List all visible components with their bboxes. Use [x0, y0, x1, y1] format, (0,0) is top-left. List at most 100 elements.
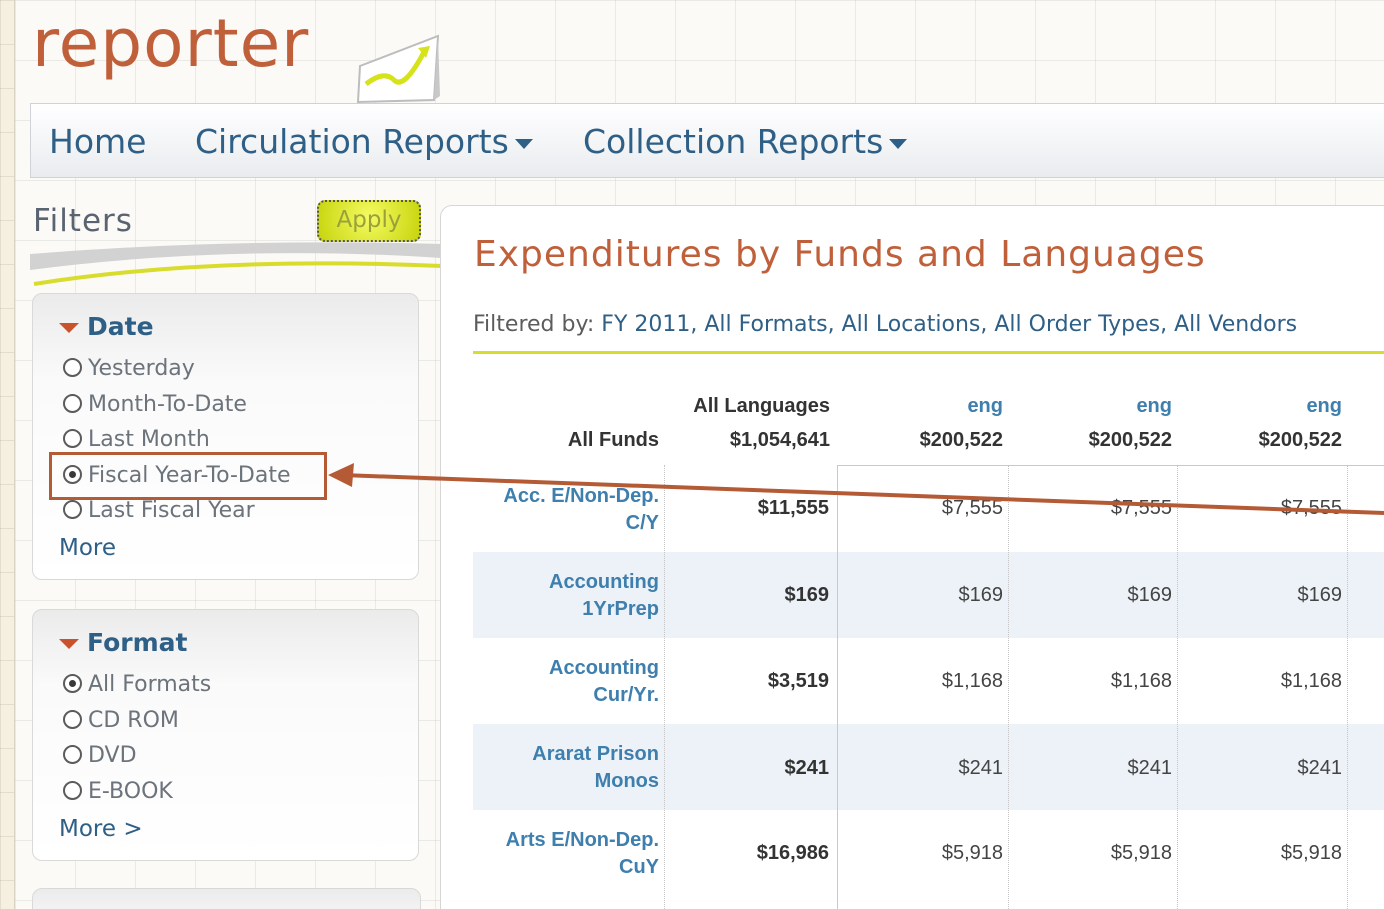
radio-icon — [63, 674, 82, 693]
option-label: Last Fiscal Year — [88, 498, 255, 523]
fund-name-line: Monos — [594, 770, 659, 792]
column-total: $1,054,641 — [729, 429, 830, 451]
cell-value: $5,918 — [941, 842, 1003, 864]
cell-total: $3,519 — [767, 670, 829, 692]
option-label: Yesterday — [88, 356, 195, 381]
nav-circulation-label: Circulation Reports — [195, 122, 509, 161]
nav-home-label: Home — [49, 122, 147, 161]
column-total: $200,522 — [1088, 429, 1172, 451]
date-heading: Date — [87, 312, 154, 341]
grid-line — [1008, 465, 1009, 909]
grid-line — [837, 465, 838, 909]
fund-name-line: Ararat Prison — [532, 743, 659, 765]
format-filter-toggle[interactable]: Format — [59, 628, 187, 657]
date-option-yesterday[interactable]: Yesterday — [63, 356, 195, 381]
column-header-eng[interactable]: eng — [1012, 395, 1172, 418]
format-option-dvd[interactable]: DVD — [63, 743, 137, 768]
apply-button[interactable]: Apply — [317, 200, 421, 242]
fund-name-line: Accounting — [549, 571, 659, 593]
cell-value: $169 — [958, 584, 1004, 606]
radio-icon — [63, 710, 82, 729]
report-title: Expenditures by Funds and Languages — [474, 234, 1206, 275]
fund-link[interactable]: Accounting 1YrPrep — [473, 569, 659, 623]
chart-trend-icon — [356, 34, 440, 104]
radio-icon — [63, 358, 82, 377]
nav-circulation-reports[interactable]: Circulation Reports — [195, 122, 533, 161]
option-label: DVD — [88, 743, 137, 768]
caret-down-icon — [514, 138, 533, 149]
grid-line — [664, 465, 665, 909]
filtered-prefix: Filtered by: — [473, 312, 595, 337]
cell-value: $5,918 — [1280, 842, 1342, 864]
radio-icon — [63, 745, 82, 764]
fund-name-line: CuY — [619, 856, 659, 878]
caret-down-icon — [889, 138, 908, 149]
title-divider — [473, 351, 1384, 354]
row-header-all-funds: All Funds — [567, 429, 659, 451]
nav-collection-label: Collection Reports — [583, 122, 884, 161]
table-row: Accounting Cur/Yr. $3,519 $1,168 $1,168 … — [473, 638, 1384, 724]
annotation-highlight-box — [49, 452, 327, 500]
column-header-all-languages[interactable]: All Languages — [640, 395, 830, 418]
radio-icon — [63, 429, 82, 448]
fund-link[interactable]: Ararat Prison Monos — [473, 741, 659, 795]
format-option-cd-rom[interactable]: CD ROM — [63, 708, 179, 733]
format-heading: Format — [87, 628, 188, 657]
cell-total: $241 — [784, 757, 830, 779]
column-header-eng[interactable]: eng — [1182, 395, 1342, 418]
cell-value: $5,918 — [1110, 842, 1172, 864]
filtered-by: Filtered by: FY 2011, All Formats, All L… — [473, 312, 1297, 337]
option-label: E-BOOK — [88, 779, 173, 804]
next-filter-panel — [32, 888, 421, 909]
fund-link[interactable]: Accounting Cur/Yr. — [473, 655, 659, 709]
date-option-last-fiscal-year[interactable]: Last Fiscal Year — [63, 498, 255, 523]
cell-value: $241 — [1297, 757, 1343, 779]
format-more-link[interactable]: More > — [59, 816, 143, 842]
date-option-last-month[interactable]: Last Month — [63, 427, 210, 452]
fund-link[interactable]: Arts E/Non-Dep. CuY — [473, 827, 659, 881]
fund-name-line: Arts E/Non-Dep. — [505, 829, 659, 851]
column-header-eng[interactable]: eng — [843, 395, 1003, 418]
triangle-down-icon — [59, 323, 79, 333]
nav-home[interactable]: Home — [49, 122, 146, 161]
annotation-arrow-icon — [328, 463, 1384, 515]
cell-value: $241 — [1127, 757, 1173, 779]
format-option-ebook[interactable]: E-BOOK — [63, 779, 173, 804]
radio-icon — [63, 500, 82, 519]
date-option-month-to-date[interactable]: Month-To-Date — [63, 392, 247, 417]
fund-name-line: Cur/Yr. — [593, 684, 659, 706]
cell-value: $169 — [1127, 584, 1173, 606]
cell-value: $241 — [958, 757, 1004, 779]
column-total: $200,522 — [1258, 429, 1342, 451]
grid-line — [1177, 465, 1178, 909]
cell-total: $16,986 — [756, 842, 829, 864]
fund-name-line: Accounting — [549, 657, 659, 679]
table-row: Arts E/Non-Dep. CuY $16,986 $5,918 $5,91… — [473, 810, 1384, 896]
cell-value: $1,168 — [941, 670, 1003, 692]
cell-value: $169 — [1297, 584, 1343, 606]
cell-value: $1,168 — [1280, 670, 1342, 692]
app-logo[interactable]: reporter — [32, 4, 309, 84]
filters-title: Filters — [33, 203, 133, 239]
option-label: All Formats — [88, 672, 212, 697]
format-filter-panel: Format All Formats CD ROM DVD E-BOOK Mor… — [32, 609, 419, 861]
triangle-down-icon — [59, 639, 79, 649]
column-total: $200,522 — [919, 429, 1003, 451]
radio-icon — [63, 394, 82, 413]
cell-value: $1,168 — [1110, 670, 1172, 692]
nav-collection-reports[interactable]: Collection Reports — [583, 122, 908, 161]
option-label: CD ROM — [88, 708, 179, 733]
fund-name-line: 1YrPrep — [582, 598, 659, 620]
option-label: Last Month — [88, 427, 210, 452]
decorative-swoosh — [30, 242, 442, 286]
format-option-all[interactable]: All Formats — [63, 672, 211, 697]
date-filter-toggle[interactable]: Date — [59, 312, 154, 341]
main-nav: Home Circulation Reports Collection Repo… — [30, 103, 1384, 178]
table-row: Accounting 1YrPrep $169 $169 $169 $169 — [473, 552, 1384, 638]
grid-line — [1347, 465, 1348, 909]
filtered-values[interactable]: FY 2011, All Formats, All Locations, All… — [601, 312, 1297, 337]
date-more-link[interactable]: More — [59, 535, 116, 561]
option-label: Month-To-Date — [88, 392, 247, 417]
table-row: Ararat Prison Monos $241 $241 $241 $241 — [473, 724, 1384, 810]
radio-icon — [63, 781, 82, 800]
